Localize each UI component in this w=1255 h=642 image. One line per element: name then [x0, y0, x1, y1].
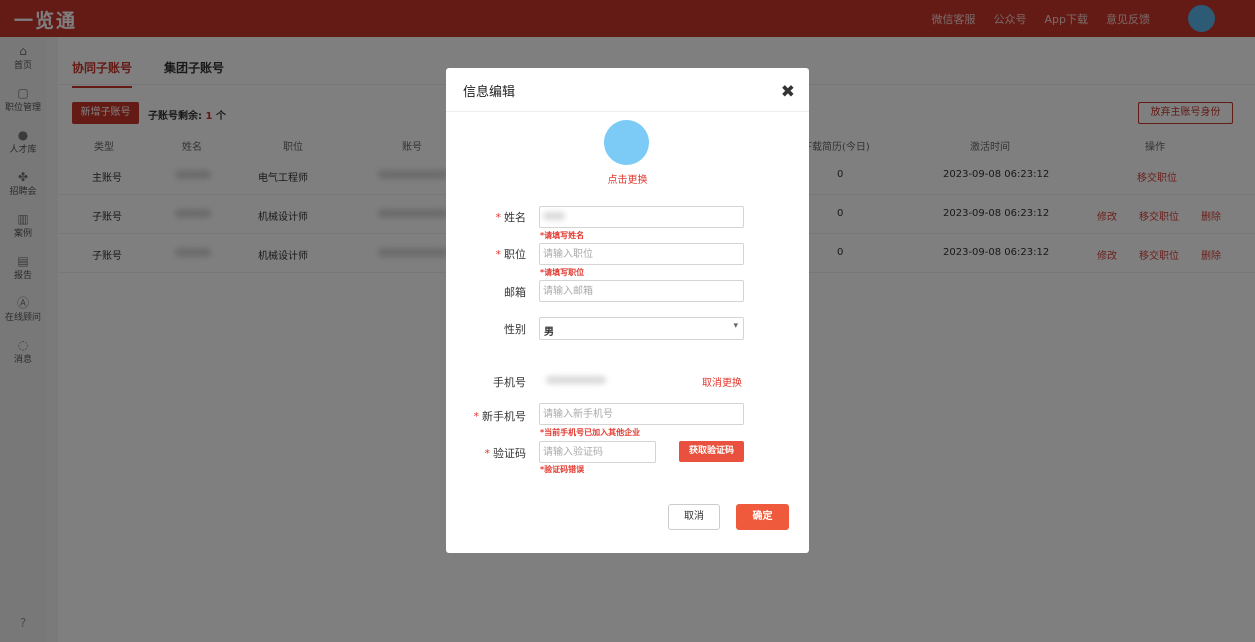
required-star: * [484, 447, 491, 460]
position-error: *请填写职位 [540, 268, 585, 277]
email-input[interactable] [539, 280, 744, 302]
position-label: * 职位 [446, 246, 527, 262]
profile-avatar[interactable] [604, 120, 649, 165]
new-phone-label: * 新手机号 [446, 408, 527, 424]
blurred-phone-value [546, 376, 606, 384]
gender-value: 男 [544, 327, 554, 338]
cancel-change-phone-link[interactable]: 取消更换 [702, 374, 742, 389]
name-error: *请填写姓名 [540, 231, 585, 240]
edit-info-dialog: 信息编辑 ✖ 点击更换 *姓名 *请填写姓名 *职位 *请填写职位 邮箱 性别 … [446, 68, 809, 553]
code-label-text: 验证码 [493, 447, 526, 460]
new-phone-input[interactable] [539, 403, 744, 425]
chevron-down-icon: ▾ [733, 321, 738, 331]
blurred-name-value [543, 212, 565, 220]
gender-select[interactable]: 男 ▾ [539, 317, 744, 340]
new-phone-error: *当前手机号已加入其他企业 [540, 428, 641, 437]
cancel-button[interactable]: 取消 [668, 504, 720, 530]
new-phone-label-text: 新手机号 [482, 410, 526, 423]
code-label: * 验证码 [446, 445, 527, 461]
close-icon[interactable]: ✖ [781, 82, 795, 102]
dialog-divider [446, 111, 809, 112]
name-input[interactable] [539, 206, 744, 228]
dialog-title: 信息编辑 [463, 85, 516, 100]
code-input[interactable] [539, 441, 656, 463]
name-label: * 姓名 [446, 209, 527, 225]
position-input[interactable] [539, 243, 744, 265]
email-label: 邮箱 [504, 286, 526, 299]
change-avatar-link[interactable]: 点击更换 [446, 171, 809, 186]
required-star: * [495, 211, 502, 224]
code-error: *验证码错误 [540, 465, 585, 474]
position-label-text: 职位 [504, 248, 526, 261]
required-star: * [495, 248, 502, 261]
get-code-button[interactable]: 获取验证码 [679, 441, 744, 462]
required-star: * [473, 410, 480, 423]
name-label-text: 姓名 [504, 211, 526, 224]
gender-label: 性别 [504, 323, 526, 336]
confirm-button[interactable]: 确定 [736, 504, 789, 530]
phone-label: 手机号 [493, 376, 526, 389]
